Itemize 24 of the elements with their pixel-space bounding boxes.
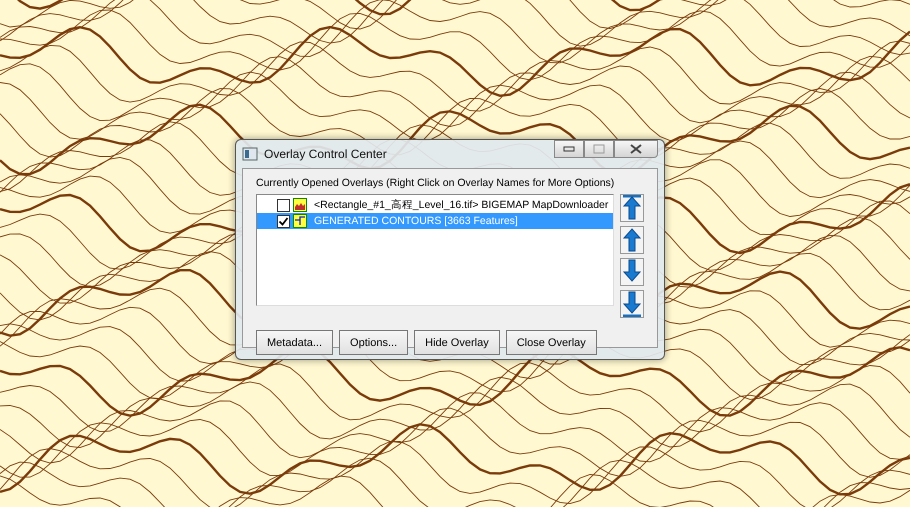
maximize-icon [593,144,605,154]
raster-layer-icon [293,198,307,212]
dialog-button[interactable]: Metadata... [256,330,334,355]
down-arrow-icon [622,291,642,317]
window-icon [242,147,258,161]
window-title: Overlay Control Center [264,147,387,161]
checkbox[interactable] [277,198,290,212]
move-down-button[interactable] [620,258,644,286]
list-label: Currently Opened Overlays (Right Click on Overlay Names for More Options) [256,177,616,189]
dialog-button[interactable]: Close Overlay [506,330,597,355]
dialog-button[interactable]: Hide Overlay [414,330,500,355]
up-arrow-icon [622,195,642,221]
move-up-button[interactable] [620,226,644,254]
minimize-button[interactable] [554,140,584,158]
checkbox[interactable] [277,214,290,228]
close-icon [630,144,642,154]
overlay-item[interactable]: <Rectangle_#1_高程_Level_16.tif> BIGEMAP MapDownloader [257,197,613,213]
close-button[interactable] [614,140,658,158]
vector-layer-icon [293,214,307,228]
up-arrow-icon [622,227,642,253]
move-up-button[interactable] [620,194,644,222]
move-down-button[interactable] [620,290,644,318]
dialog-button[interactable]: Options... [339,330,408,355]
minimize-icon [563,146,575,152]
